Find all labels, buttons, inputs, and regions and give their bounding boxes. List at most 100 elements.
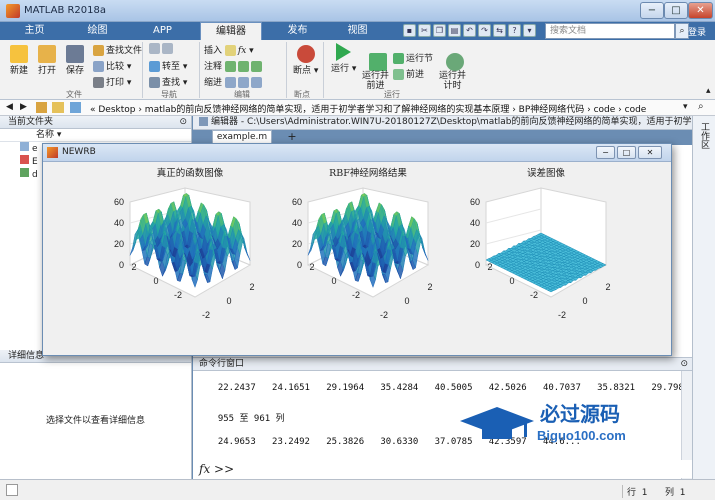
panel-menu-icon[interactable]: ⊙ — [179, 116, 191, 128]
quick-dropdown-icon[interactable]: ▾ — [523, 24, 536, 37]
group-label-breakpoints: 断点 — [294, 90, 310, 99]
quick-copy-icon[interactable]: ❐ — [433, 24, 446, 37]
minimize-button[interactable]: − — [640, 2, 664, 19]
run-section-button[interactable]: 运行节 — [393, 51, 433, 64]
find-button[interactable]: 查找 ▾ — [149, 75, 187, 88]
divider — [199, 42, 200, 98]
output-line: 955 至 961 列 — [207, 414, 285, 424]
advance-button[interactable]: 前进 — [393, 67, 424, 80]
save-button[interactable]: 保存 — [66, 45, 84, 76]
tab-apps[interactable]: APP — [140, 22, 185, 40]
ribbon-collapse-icon[interactable]: ▴ — [706, 86, 711, 96]
new-icon — [10, 45, 28, 63]
y-tick-label: 2 — [427, 282, 432, 292]
status-icon — [6, 484, 18, 496]
workspace-label: 工作区 — [699, 122, 709, 149]
goto-button[interactable]: 转至 ▾ — [149, 59, 187, 72]
z-tick-label: 0 — [475, 260, 480, 270]
advance-icon — [393, 69, 404, 80]
figure-close-button[interactable]: ✕ — [638, 146, 662, 159]
tab-publish[interactable]: 发布 — [275, 22, 320, 40]
quick-redo-icon[interactable]: ↷ — [478, 24, 491, 37]
maximize-button[interactable]: □ — [664, 2, 688, 19]
path-search-icon[interactable]: ⌕ — [698, 101, 704, 112]
indent-button[interactable]: 缩进 — [204, 75, 264, 88]
print-button[interactable]: 打印 ▾ — [93, 75, 131, 88]
back-arrow-icon[interactable]: ◀ — [6, 102, 13, 112]
figure-canvas: 真正的函数图像6040200 2-200-22RBF神经网络结果6040200 2-… — [114, 167, 611, 320]
quick-cut-icon[interactable]: ✂ — [418, 24, 431, 37]
figure-matlab-icon — [47, 147, 58, 158]
quick-save-icon[interactable]: ▪ — [403, 24, 416, 37]
insert-icon — [224, 45, 236, 56]
compare-icon — [93, 61, 104, 72]
forward-arrow-icon[interactable]: ▶ — [20, 102, 27, 112]
workspace-strip[interactable]: 工作区 — [692, 116, 715, 479]
run-advance-icon — [369, 53, 388, 71]
tab-home[interactable]: 主页 — [12, 22, 57, 40]
figure-minimize-button[interactable]: − — [596, 146, 615, 159]
editor-header: 编辑器 - C:\Users\Administrator.WIN7U-20180… — [193, 116, 692, 130]
tab-plots[interactable]: 绘图 — [75, 22, 120, 40]
x-tick-label: 0 — [153, 276, 158, 286]
search-icon[interactable]: ⌕ — [675, 23, 689, 39]
matlab-logo-icon — [6, 4, 20, 18]
y-tick-label: -2 — [202, 310, 210, 320]
plot-title: RBF神经网络结果 — [329, 167, 407, 179]
divider — [142, 42, 143, 98]
figure-title-bar: NEWRB − □ ✕ — [43, 144, 671, 162]
x-tick-label: 0 — [331, 276, 336, 286]
login-link[interactable]: 登录 — [688, 25, 706, 38]
z-tick-label: 0 — [297, 260, 302, 270]
y-tick-label: 2 — [605, 282, 610, 292]
figure-window[interactable]: NEWRB − □ ✕ 真正的函数图像 60 40 20 0 2 -2 0 0 -2 2 RBF神经网… — [42, 143, 672, 356]
path-bar: ◀ ▶ « Desktop › matlab的前向反馈神经网络的简单实现，适用于… — [0, 100, 715, 116]
insert-button[interactable]: 插入 fx ▾ — [204, 43, 254, 56]
open-button[interactable]: 打开 — [38, 45, 56, 76]
quick-undo-icon[interactable]: ↶ — [463, 24, 476, 37]
current-folder-header: 当前文件夹 ⊙ — [0, 116, 191, 129]
nav-arrows[interactable] — [149, 43, 175, 54]
search-folder-icon[interactable] — [70, 102, 81, 113]
run-time-button[interactable]: 运行并 计时 — [439, 43, 466, 91]
status-row: 行 1 — [622, 485, 647, 498]
quick-paste-icon[interactable]: ▤ — [448, 24, 461, 37]
file-icon — [20, 142, 29, 151]
y-tick-label: 0 — [404, 296, 409, 306]
z-tick-label: 60 — [470, 197, 480, 207]
find-files-button[interactable]: 查找文件 — [93, 43, 142, 56]
z-tick-label: 40 — [292, 218, 302, 228]
up-folder-icon[interactable] — [36, 102, 47, 113]
close-button[interactable]: ✕ — [688, 2, 713, 19]
figure-maximize-button[interactable]: □ — [617, 146, 636, 159]
run-advance-button[interactable]: 运行并 前进 — [362, 43, 389, 91]
tab-editor[interactable]: 编辑器 — [200, 22, 262, 40]
command-prompt[interactable]: fx >> — [193, 460, 692, 478]
watermark-text: 必过源码 — [540, 402, 620, 426]
breakpoints-button[interactable]: 断点 ▾ — [293, 45, 318, 76]
comment-button[interactable]: 注释 — [204, 59, 264, 72]
z-tick-label: 20 — [292, 239, 302, 249]
path-dropdown-icon[interactable]: ▾ — [683, 102, 688, 112]
command-menu-icon[interactable]: ⊙ — [680, 358, 692, 370]
goto-icon — [149, 61, 160, 72]
increase-indent-icon — [237, 77, 249, 88]
current-path[interactable]: « Desktop › matlab的前向反馈神经网络的简单实现，适用于初学者学… — [90, 102, 646, 115]
comment-percent-icon — [224, 61, 236, 72]
y-tick-label: -2 — [558, 310, 566, 320]
quick-help-icon[interactable]: ? — [508, 24, 521, 37]
run-section-icon — [393, 53, 404, 64]
group-label-run: 运行 — [384, 90, 400, 99]
y-tick-label: 2 — [249, 282, 254, 292]
new-button[interactable]: 新建 — [10, 45, 28, 76]
column-header[interactable]: 名称 ▾ — [0, 129, 191, 142]
watermark-url: Biguo100.com — [537, 428, 626, 443]
tab-view[interactable]: 视图 — [335, 22, 380, 40]
browse-folder-icon[interactable] — [52, 102, 64, 113]
search-input[interactable]: 搜索文档 — [545, 23, 675, 39]
z-tick-label: 20 — [114, 239, 124, 249]
divider — [286, 42, 287, 98]
run-button[interactable]: 运行 ▾ — [331, 43, 356, 74]
compare-button[interactable]: 比较 ▾ — [93, 59, 131, 72]
quick-switch-icon[interactable]: ⇆ — [493, 24, 506, 37]
